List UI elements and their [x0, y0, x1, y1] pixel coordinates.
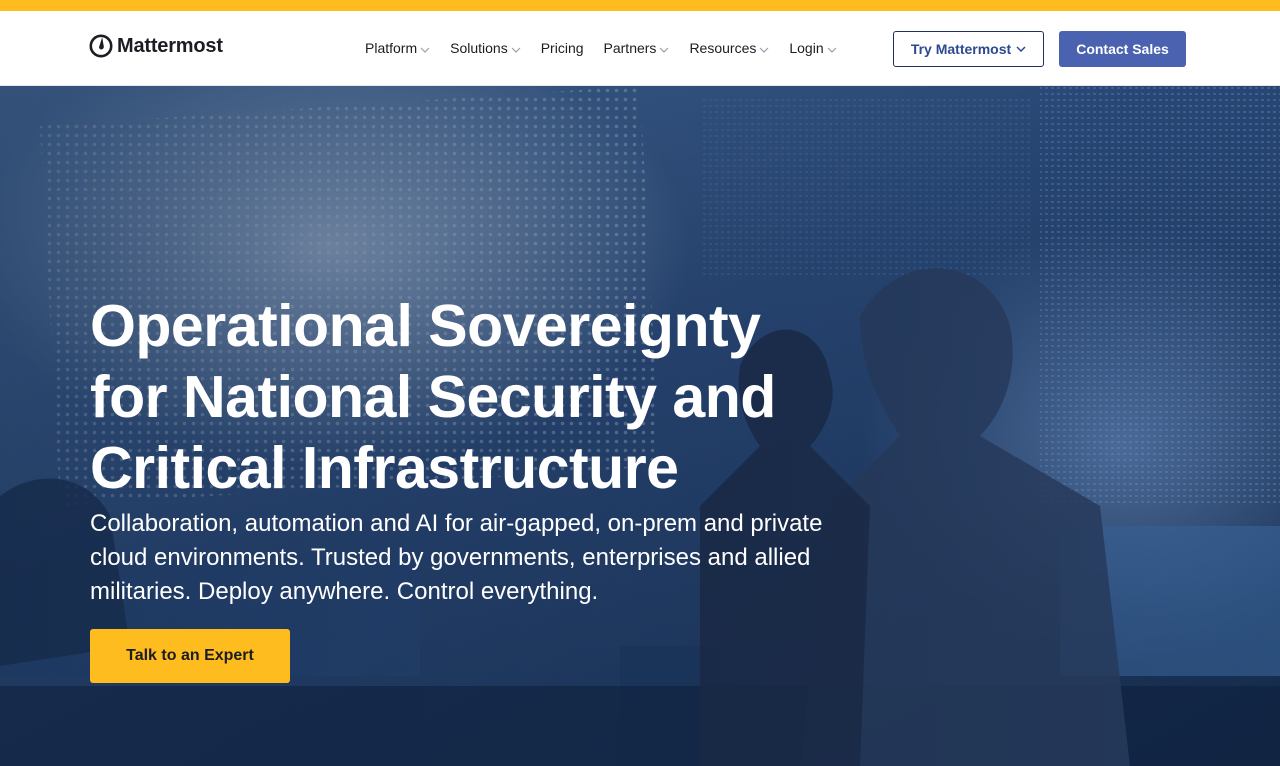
nav-item-label: Solutions: [450, 40, 508, 56]
hero-title: Operational Sovereignty for National Sec…: [90, 293, 776, 501]
nav-item-partners[interactable]: Partners: [604, 40, 670, 56]
nav-item-label: Login: [789, 40, 824, 56]
hero-subtitle: Collaboration, automation and AI for air…: [90, 510, 823, 605]
nav-item-pricing[interactable]: Pricing: [541, 40, 584, 56]
mattermost-logo[interactable]: Mattermost: [89, 34, 223, 58]
nav-item-solutions[interactable]: Solutions: [450, 40, 521, 56]
nav-item-platform[interactable]: Platform: [365, 40, 430, 56]
chevron-down-icon: [759, 47, 769, 53]
talk-to-expert-button[interactable]: Talk to an Expert: [90, 629, 290, 683]
nav-item-label: Resources: [689, 40, 757, 56]
try-mattermost-label: Try Mattermost: [910, 41, 1012, 57]
chevron-down-icon: [511, 47, 521, 53]
main-nav: Platform Solutions Pricing Partners Reso…: [365, 38, 857, 58]
contact-sales-button[interactable]: Contact Sales: [1059, 31, 1186, 67]
chevron-down-icon: [827, 47, 837, 53]
try-mattermost-button[interactable]: Try Mattermost: [893, 31, 1044, 67]
nav-item-label: Platform: [365, 40, 418, 56]
nav-item-label: Pricing: [540, 40, 584, 56]
announcement-strip: [0, 0, 1280, 11]
chevron-down-icon: [660, 47, 669, 53]
chevron-down-icon: [420, 47, 430, 53]
brand-name: Mattermost: [117, 34, 223, 57]
mattermost-logo-icon: [89, 34, 113, 58]
site-header: Mattermost Platform Solutions Pricing Pa…: [0, 11, 1280, 86]
hero-section: Operational Sovereignty for National Sec…: [0, 86, 1280, 766]
chevron-down-icon: [1016, 46, 1026, 52]
nav-item-label: Partners: [603, 40, 657, 56]
nav-item-resources[interactable]: Resources: [689, 40, 769, 56]
nav-item-login[interactable]: Login: [789, 40, 837, 56]
